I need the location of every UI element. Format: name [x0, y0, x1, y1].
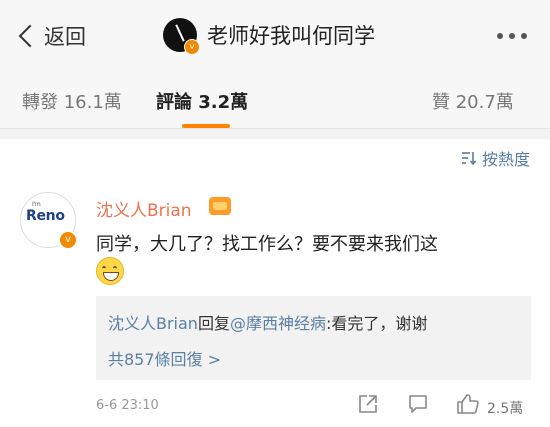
sort-by-hot-button[interactable]: 按熱度: [461, 146, 530, 170]
share-icon[interactable]: [357, 393, 379, 415]
thumbs-up-icon[interactable]: [456, 393, 480, 415]
tab-repost[interactable]: 轉發 16.1萬: [22, 88, 122, 114]
top-nav-bar: 返回 v 老师好我叫何同学: [0, 0, 550, 72]
active-tab-indicator: [182, 124, 230, 128]
sort-label: 按熱度: [481, 150, 530, 169]
like-count: 2.5萬: [487, 401, 524, 417]
laughing-emoji-icon: [96, 257, 124, 285]
verified-v-icon: v: [184, 39, 200, 55]
vip-crown-icon: [209, 197, 231, 215]
tab-comment[interactable]: 評論 3.2萬: [156, 88, 248, 114]
reno-logo: I'm Reno: [26, 201, 65, 224]
section-divider: [0, 129, 550, 139]
comment-timestamp: 6-6 23:10: [96, 398, 159, 413]
comment-icon[interactable]: [407, 393, 429, 415]
reply-author[interactable]: 沈义人Brian: [108, 314, 198, 333]
chevron-left-icon: [18, 24, 42, 48]
comment-author[interactable]: 沈义人Brian: [96, 196, 192, 221]
more-options-icon[interactable]: [497, 33, 527, 39]
back-button[interactable]: 返回: [16, 20, 86, 52]
sort-icon: [461, 152, 477, 165]
view-all-replies-link[interactable]: 共857條回復 >: [108, 346, 221, 370]
comment-text: 同学，大几了？找工作么？要不要来我们这: [96, 234, 438, 255]
back-label: 返回: [44, 25, 86, 49]
verified-v-icon: v: [59, 231, 77, 249]
reply-content: :看完了，谢谢: [325, 314, 428, 333]
reply-line: 沈义人Brian回复@摩西神经病:看完了，谢谢: [108, 310, 427, 334]
reply-verb: 回复: [197, 314, 230, 333]
page-title: 老师好我叫何同学: [207, 24, 375, 48]
reply-preview[interactable]: 沈义人Brian回复@摩西神经病:看完了，谢谢 共857條回復 >: [96, 296, 531, 380]
commenter-avatar[interactable]: I'm Reno v: [20, 192, 77, 249]
tab-like[interactable]: 贊 20.7萬: [432, 88, 514, 114]
interaction-tabs: 轉發 16.1萬 評論 3.2萬 贊 20.7萬: [0, 72, 550, 129]
author-avatar[interactable]: v: [163, 18, 200, 55]
reply-mention[interactable]: @摩西神经病: [230, 314, 326, 333]
post-author-header[interactable]: v 老师好我叫何同学: [163, 18, 375, 55]
